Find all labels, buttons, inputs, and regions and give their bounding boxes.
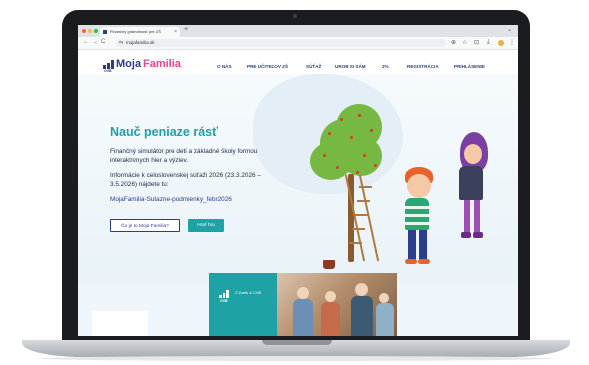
star-icon[interactable]: ☆ xyxy=(462,39,467,46)
ovb-logo-icon xyxy=(219,290,229,298)
close-window-icon[interactable] xyxy=(82,29,86,33)
nav-item-urob-si-sam[interactable]: UROB SI SÁM xyxy=(335,64,366,69)
browser-tab-bar: Finančný gramotnosť pre ZŠ × + ⌄ xyxy=(78,25,518,37)
tab-title: Finančný gramotnosť pre ZŠ xyxy=(110,29,161,34)
contest-rules-link[interactable]: MojaFamilia-Sutazne-podmienky_febr2026 xyxy=(110,196,232,203)
download-icon[interactable]: ⤓ xyxy=(487,39,490,46)
tab-close-icon[interactable]: × xyxy=(174,27,177,37)
logo-familia[interactable]: Familia xyxy=(143,58,181,70)
arrow-right-icon[interactable]: → xyxy=(92,39,98,45)
nav-item-pre-ucitelov[interactable]: PRE UČITEĽOV ZŠ xyxy=(247,64,288,69)
hero-section: Nauč peniaze rásť Finančný simulátor pre… xyxy=(78,74,518,284)
laptop-shadow xyxy=(40,356,552,361)
nav-item-sutaz[interactable]: SÚŤAŽ xyxy=(306,64,321,69)
url-input[interactable]: ⇆ mojafamilia.sk xyxy=(116,39,446,47)
camera-icon xyxy=(293,14,297,18)
classroom-photo xyxy=(277,273,397,336)
bottom-card xyxy=(92,311,148,336)
new-tab-button[interactable]: + xyxy=(184,26,188,33)
maximize-window-icon[interactable] xyxy=(94,29,98,33)
logo-bars-icon[interactable] xyxy=(103,60,115,69)
browser-tab[interactable]: Finančný gramotnosť pre ZŠ × xyxy=(100,27,180,37)
logo-ovb: OVB xyxy=(104,69,112,73)
promo-banner-brand: OVB Z Darts & CVB xyxy=(209,273,277,336)
hero-contest-info-line2: 3.5.2026) nájdete tu: xyxy=(110,181,169,188)
promo-banner[interactable]: OVB Z Darts & CVB xyxy=(209,273,397,336)
site-info-icon[interactable]: ⇆ xyxy=(119,39,123,47)
logo-moja[interactable]: Moja xyxy=(116,58,141,70)
tab-dropdown-icon[interactable]: ⌄ xyxy=(507,26,512,33)
site-header: Moja Familia OVB O NÁS PRE UČITEĽOV ZŠ S… xyxy=(78,50,518,74)
browser-address-bar: ← → C ⇆ mojafamilia.sk ⊕ ☆ ⊡ ⤓ ⋮ xyxy=(78,37,518,50)
screen: Finančný gramotnosť pre ZŠ × + ⌄ ← → C ⇆… xyxy=(78,25,518,336)
reload-icon[interactable]: C xyxy=(101,39,105,45)
kebab-menu-icon[interactable]: ⋮ xyxy=(509,39,515,46)
minimize-window-icon[interactable] xyxy=(88,29,92,33)
zoom-icon[interactable]: ⊕ xyxy=(451,39,456,46)
laptop-notch xyxy=(262,340,332,345)
hero-title: Nauč peniaze rásť xyxy=(110,125,219,139)
promo-banner-text: Z Darts & CVB xyxy=(235,290,262,295)
avatar-icon[interactable] xyxy=(498,40,504,46)
play-game-button[interactable]: Hrať hru xyxy=(188,219,224,232)
puzzle-icon[interactable]: ⊡ xyxy=(474,39,479,46)
what-is-moja-familia-button[interactable]: Čo je to Moja Familia? xyxy=(110,219,180,232)
url-text: mojafamilia.sk xyxy=(126,40,155,45)
nav-item-registracia[interactable]: REGISTRÁCIA xyxy=(407,64,439,69)
nav-item-o-nas[interactable]: O NÁS xyxy=(217,64,232,69)
arrow-left-icon[interactable]: ← xyxy=(83,39,89,45)
nav-item-2-percenta[interactable]: 2% xyxy=(382,64,389,69)
promo-banner-ovb: OVB xyxy=(220,299,228,303)
favicon-icon xyxy=(103,30,107,34)
nav-item-prihlasenie[interactable]: PRIHLÁSENIE xyxy=(454,64,485,69)
hero-description-line2: interaktívnych hier a výziev. xyxy=(110,157,189,164)
